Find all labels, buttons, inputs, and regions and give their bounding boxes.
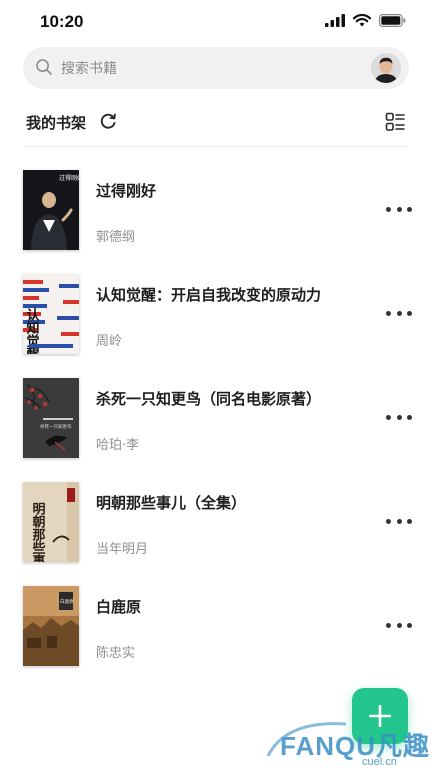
more-button[interactable] [386,410,412,424]
watermark: FANQU凡趣 cuel.cn [266,712,432,768]
book-cover-image: 过得刚好 [23,170,79,250]
status-time: 10:20 [40,12,84,31]
more-button[interactable] [386,514,412,528]
book-title: 过得刚好 [96,182,157,200]
book-cover[interactable]: 明朝那些事儿 [23,482,79,562]
shelf-header: 我的书架 [26,106,406,136]
book-cover-image: 认知觉醒 [23,274,79,354]
more-button[interactable] [386,202,412,216]
divider [26,146,406,147]
book-author: 周岭 [96,334,123,349]
book-cover[interactable]: 过得刚好 [23,170,79,250]
book-cover-image: 杀死一只知更鸟 [23,378,79,458]
list-layout-icon[interactable] [385,112,405,132]
search-icon [36,59,52,75]
refresh-icon[interactable] [98,111,118,131]
book-cover[interactable]: 杀死一只知更鸟 [23,378,79,458]
book-cover-text: 明朝那些事儿 [30,502,47,562]
book-title: 杀死一只知更鸟（同名电影原著） [96,390,322,408]
shelf-title: 我的书架 [26,114,87,132]
search-input[interactable]: 搜索书籍 [61,58,117,78]
more-dot [386,622,391,628]
more-button[interactable] [386,618,412,632]
more-dot [396,310,402,316]
more-dot [407,310,412,316]
more-dot [396,622,402,628]
book-cover-text: 过得刚好 [59,174,79,182]
more-dot [396,206,402,212]
more-dot [386,414,391,420]
book-cover-image: 白鹿原 [23,586,79,666]
book-cover-image: 明朝那些事儿 [23,482,79,562]
more-dot [407,622,412,628]
book-cover[interactable]: 白鹿原 [23,586,79,666]
more-dot [407,518,412,524]
book-author: 当年明月 [96,542,149,557]
book-cover[interactable]: 认知觉醒 [23,274,79,354]
book-author: 郭德纲 [96,230,136,245]
watermark-domain: cuel.cn [362,756,397,768]
more-dot [386,206,391,212]
status-icons [325,14,406,27]
more-dot [407,414,412,420]
book-title: 认知觉醒：开启自我改变的原动力 [96,286,322,304]
avatar-image [371,53,401,83]
more-dot [407,206,412,212]
more-dot [386,518,391,524]
more-dot [396,518,402,524]
wifi-icon [353,14,371,27]
book-author: 哈珀·李 [96,438,140,453]
book-item[interactable]: 过得刚好 过得刚好 郭德纲 [0,168,432,252]
more-dot [386,310,391,316]
signal-icon [325,14,345,27]
more-button[interactable] [386,306,412,320]
book-title: 白鹿原 [96,598,142,616]
book-item[interactable]: 认知觉醒 认知觉醒：开启自我改变的原动力 周岭 [0,272,432,356]
book-item[interactable]: 明朝那些事儿 明朝那些事儿（全集） 当年明月 [0,480,432,564]
book-title: 明朝那些事儿（全集） [96,494,247,512]
status-bar: 10:20 [0,0,432,44]
book-item[interactable]: 杀死一只知更鸟 杀死一只知更鸟（同名电影原著） 哈珀·李 [0,376,432,460]
book-item[interactable]: 白鹿原 白鹿原 陈忠实 [0,584,432,668]
more-dot [396,414,402,420]
book-cover-text: 白鹿原 [60,598,74,605]
watermark-brand: FANQU凡趣 [280,731,431,761]
book-cover-text: 杀死一只知更鸟 [40,423,72,430]
avatar[interactable] [371,53,401,83]
battery-icon [379,14,406,27]
search-bar[interactable]: 搜索书籍 [23,47,409,89]
book-author: 陈忠实 [96,646,136,661]
